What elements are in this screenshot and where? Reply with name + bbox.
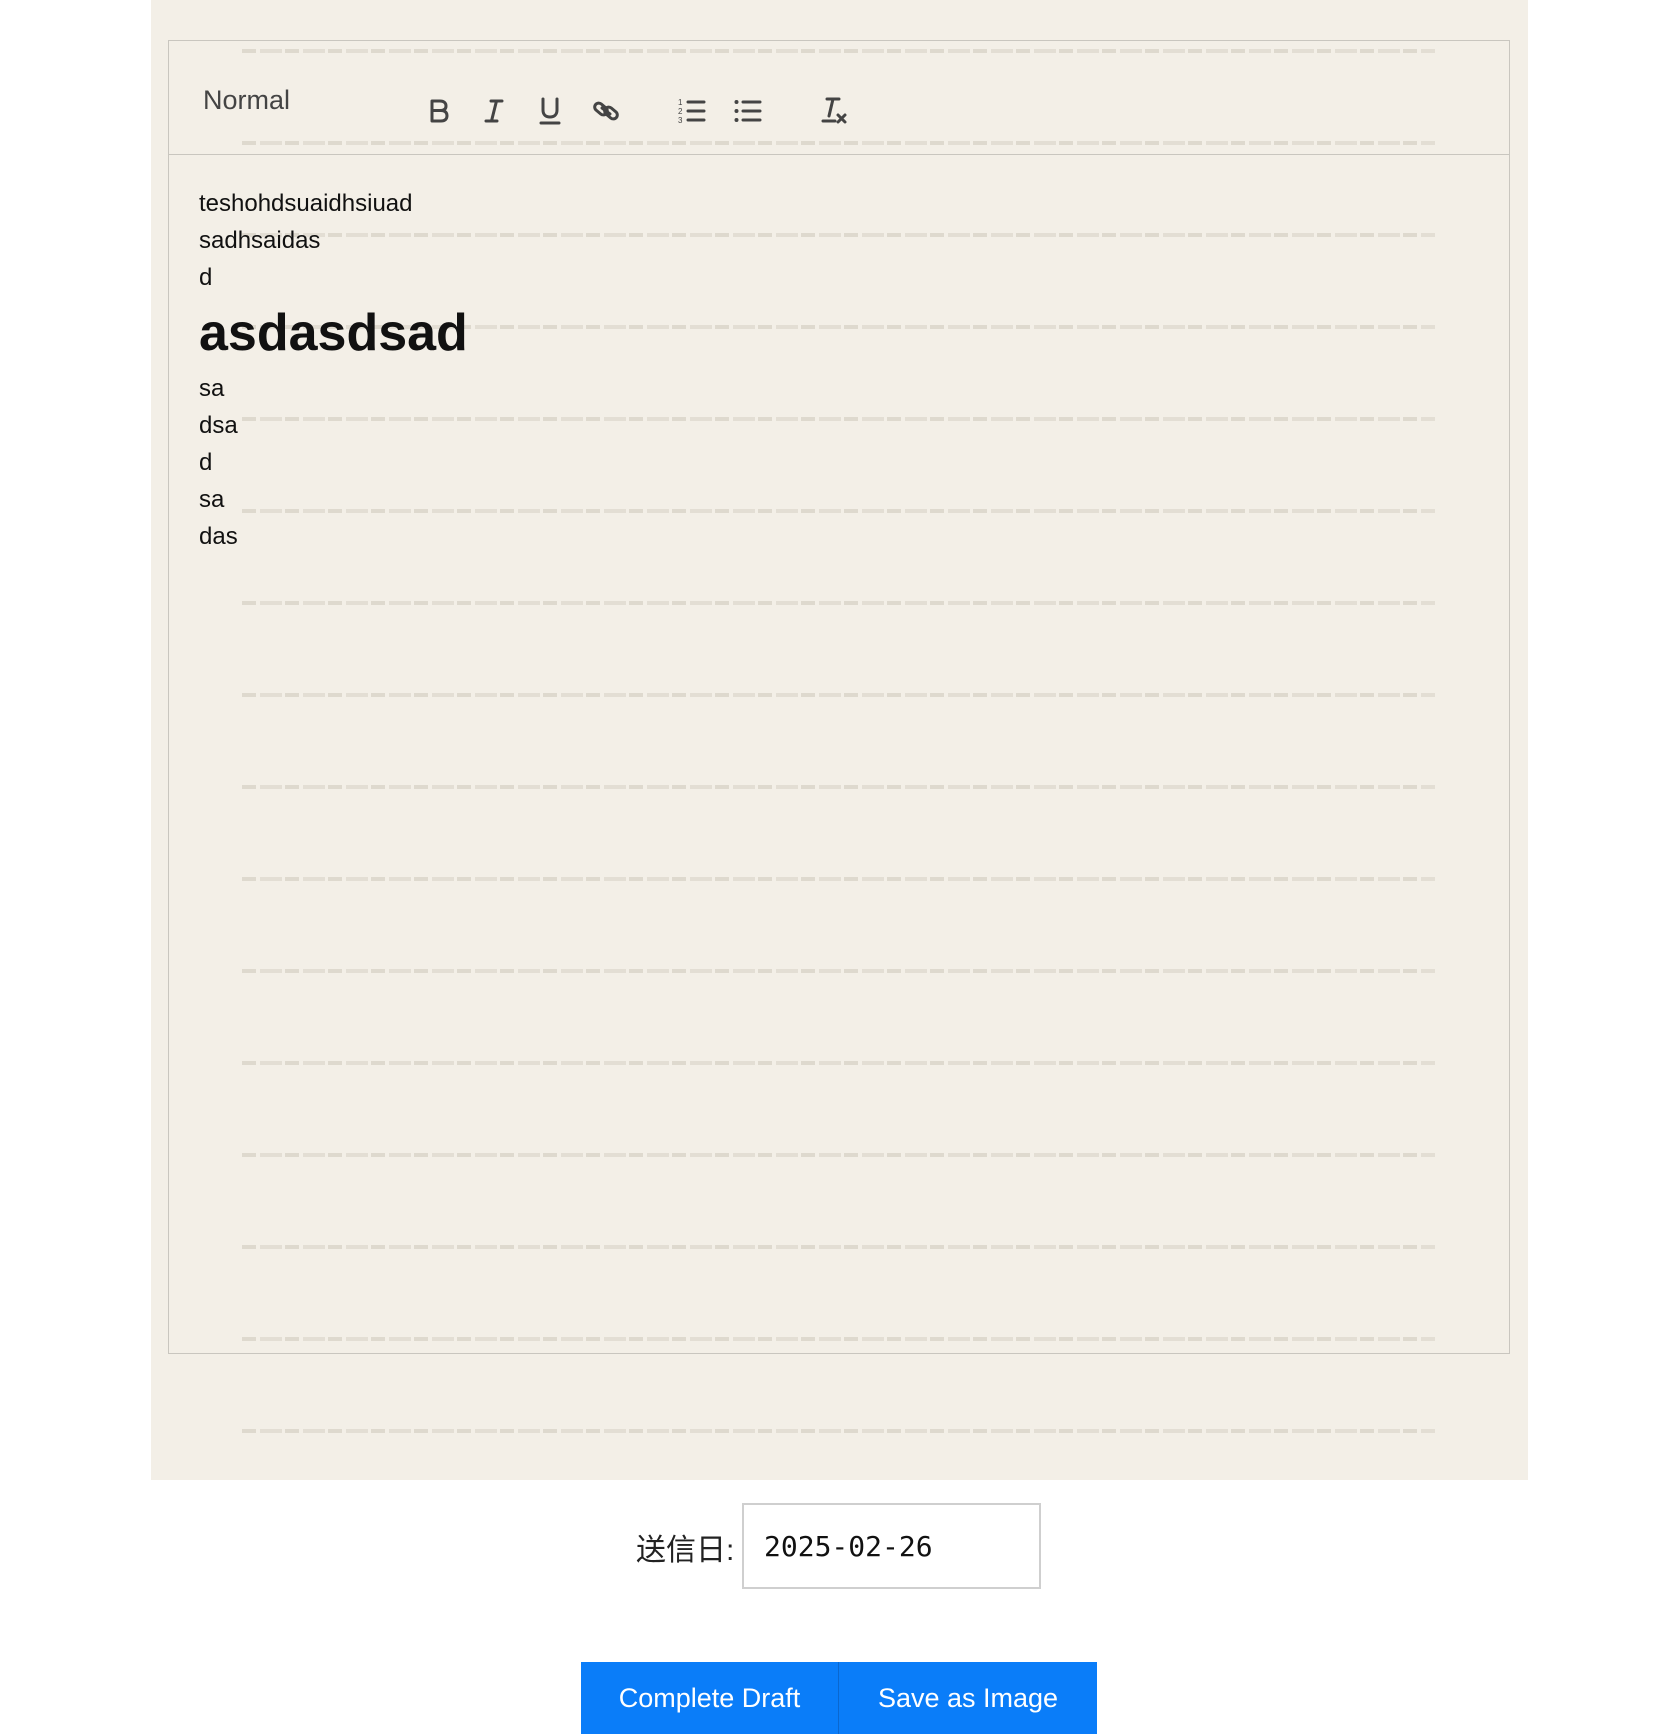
text-line: dsa xyxy=(199,412,238,439)
send-date-input[interactable] xyxy=(742,1503,1041,1589)
clear-format-button[interactable] xyxy=(814,91,854,131)
editor-toolbar: Normal 1 2 3 xyxy=(169,41,1509,155)
clear-format-icon xyxy=(821,97,847,124)
bold-button[interactable] xyxy=(419,91,459,131)
send-date-row: 送信日: xyxy=(0,1503,1680,1589)
editor-content[interactable]: teshohdsuaidhsiuad sadhsaidas d asdasdsa… xyxy=(199,185,1479,555)
underline-icon xyxy=(539,97,561,125)
italic-button[interactable] xyxy=(474,91,514,131)
text-line: sadhsaidas xyxy=(199,227,321,254)
text-line: sa xyxy=(199,486,225,513)
text-line: sa xyxy=(199,375,225,402)
ordered-list-button[interactable]: 1 2 3 xyxy=(672,91,712,131)
link-icon xyxy=(593,101,619,121)
complete-draft-button[interactable]: Complete Draft xyxy=(581,1662,839,1734)
text-line: das xyxy=(199,523,238,550)
text-line: teshohdsuaidhsiuad xyxy=(199,190,413,217)
link-button[interactable] xyxy=(586,91,626,131)
bullet-list-button[interactable] xyxy=(728,91,768,131)
send-date-label: 送信日: xyxy=(636,1534,735,1567)
format-select[interactable]: Normal xyxy=(203,85,290,116)
underline-button[interactable] xyxy=(530,91,570,131)
svg-text:1: 1 xyxy=(678,98,683,107)
save-as-image-button[interactable]: Save as Image xyxy=(839,1662,1097,1734)
action-buttons: Complete Draft Save as Image xyxy=(581,1662,1097,1734)
text-line: d xyxy=(199,264,213,291)
heading-line: asdasdsad xyxy=(199,304,468,362)
svg-text:2: 2 xyxy=(678,107,683,116)
rich-text-editor: Normal 1 2 3 teshohdsuaidhsiuad sadhsaid… xyxy=(168,40,1510,1354)
bullet-list-icon xyxy=(734,100,762,122)
italic-icon xyxy=(484,99,504,123)
ordered-list-icon: 1 2 3 xyxy=(678,98,706,125)
bold-icon xyxy=(430,99,449,123)
svg-text:3: 3 xyxy=(678,116,683,125)
text-line: d xyxy=(199,449,213,476)
